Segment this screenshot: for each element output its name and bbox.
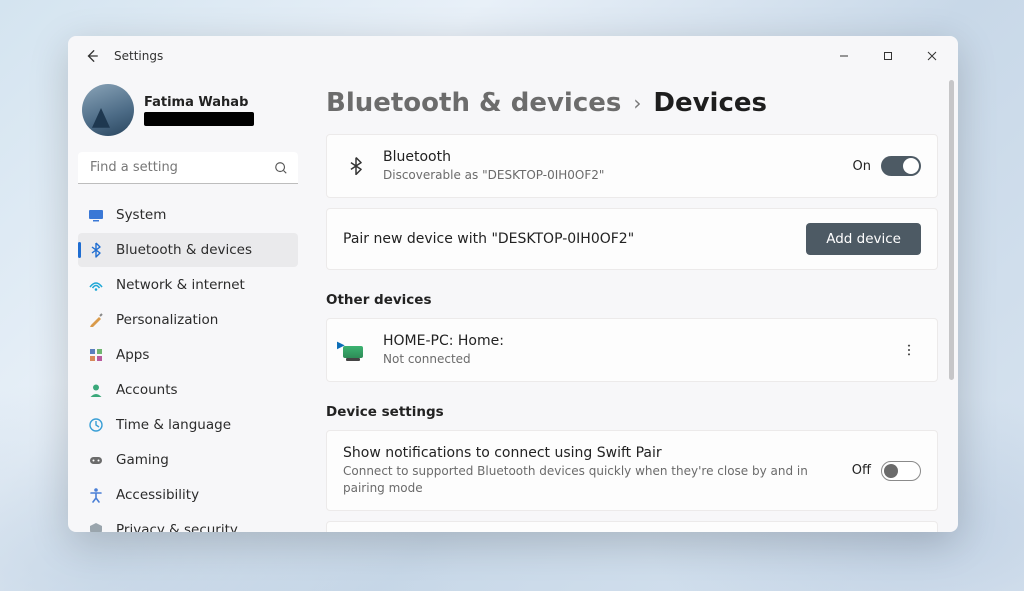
sidebar-item-label: Personalization (116, 312, 218, 328)
user-info: Fatima Wahab (144, 95, 254, 126)
device-settings-heading: Device settings (326, 404, 938, 420)
home-pc-icon (343, 343, 371, 358)
user-email-redacted (144, 112, 254, 126)
user-account-box[interactable]: Fatima Wahab (78, 76, 298, 146)
sidebar-item-accounts[interactable]: Accounts (78, 373, 298, 407)
swift-pair-toggle[interactable] (881, 461, 921, 481)
time-language-icon (88, 417, 104, 433)
sidebar-item-label: Accessibility (116, 487, 199, 503)
window-controls (822, 40, 954, 72)
search-input[interactable] (78, 152, 298, 184)
window-body: Fatima Wahab System Bluetooth & devices (68, 76, 958, 532)
sidebar-item-network[interactable]: Network & internet (78, 268, 298, 302)
apps-icon (88, 347, 104, 363)
sidebar-item-label: Time & language (116, 417, 231, 433)
sidebar-item-label: Bluetooth & devices (116, 242, 252, 258)
network-icon (88, 277, 104, 293)
search-box (78, 152, 298, 184)
sidebar-item-label: Privacy & security (116, 522, 238, 532)
sidebar-item-apps[interactable]: Apps (78, 338, 298, 372)
sidebar-item-gaming[interactable]: Gaming (78, 443, 298, 477)
sidebar-item-bluetooth[interactable]: Bluetooth & devices (78, 233, 298, 267)
nav-list: System Bluetooth & devices Network & int… (78, 198, 298, 532)
settings-window: Settings Fatima Wahab (68, 36, 958, 532)
bluetooth-state-label: On (853, 159, 871, 174)
bluetooth-icon (88, 242, 104, 258)
minimize-icon (839, 51, 849, 61)
avatar (82, 84, 134, 136)
accounts-icon (88, 382, 104, 398)
close-button[interactable] (910, 40, 954, 72)
sidebar-item-label: Network & internet (116, 277, 245, 293)
window-title: Settings (114, 49, 163, 63)
sidebar-item-label: System (116, 207, 166, 223)
system-icon (88, 207, 104, 223)
sidebar-item-personalization[interactable]: Personalization (78, 303, 298, 337)
swift-pair-subtitle: Connect to supported Bluetooth devices q… (343, 463, 852, 495)
scrollbar[interactable] (949, 76, 954, 532)
sidebar-item-time[interactable]: Time & language (78, 408, 298, 442)
swift-pair-state-label: Off (852, 463, 871, 478)
close-icon (927, 51, 937, 61)
pair-device-text: Pair new device with "DESKTOP-0IH0OF2" (343, 231, 806, 247)
sidebar-item-label: Gaming (116, 452, 169, 468)
main-content: Bluetooth & devices › Devices Bluetooth … (308, 76, 958, 532)
swift-pair-title: Show notifications to connect using Swif… (343, 445, 852, 461)
swift-pair-toggle-group: Off (852, 461, 921, 481)
sidebar-item-accessibility[interactable]: Accessibility (78, 478, 298, 512)
breadcrumb: Bluetooth & devices › Devices (326, 76, 938, 124)
personalization-icon (88, 312, 104, 328)
user-name: Fatima Wahab (144, 95, 254, 110)
sidebar-item-privacy[interactable]: Privacy & security (78, 513, 298, 532)
accessibility-icon (88, 487, 104, 503)
bluetooth-toggle-group: On (853, 156, 921, 176)
back-arrow-icon (85, 49, 99, 63)
sidebar-item-label: Accounts (116, 382, 178, 398)
metered-card: Download over metered connections Device… (326, 521, 938, 532)
sidebar-item-label: Apps (116, 347, 149, 363)
bluetooth-card: Bluetooth Discoverable as "DESKTOP-0IH0O… (326, 134, 938, 198)
device-status: Not connected (383, 351, 897, 367)
bluetooth-title: Bluetooth (383, 149, 853, 165)
back-button[interactable] (72, 36, 112, 76)
maximize-button[interactable] (866, 40, 910, 72)
breadcrumb-parent[interactable]: Bluetooth & devices (326, 88, 621, 118)
bluetooth-subtitle: Discoverable as "DESKTOP-0IH0OF2" (383, 167, 853, 183)
bluetooth-toggle[interactable] (881, 156, 921, 176)
other-device-row[interactable]: HOME-PC: Home: Not connected (326, 318, 938, 382)
bluetooth-icon (343, 157, 369, 175)
minimize-button[interactable] (822, 40, 866, 72)
titlebar: Settings (68, 36, 958, 76)
sidebar-item-system[interactable]: System (78, 198, 298, 232)
gaming-icon (88, 452, 104, 468)
chevron-right-icon: › (633, 91, 641, 115)
more-vertical-icon (902, 343, 916, 357)
privacy-icon (88, 522, 104, 532)
sidebar: Fatima Wahab System Bluetooth & devices (68, 76, 308, 532)
other-devices-heading: Other devices (326, 292, 938, 308)
add-device-button[interactable]: Add device (806, 223, 921, 255)
swift-pair-card: Show notifications to connect using Swif… (326, 430, 938, 510)
breadcrumb-current: Devices (653, 88, 767, 118)
maximize-icon (883, 51, 893, 61)
device-name: HOME-PC: Home: (383, 333, 897, 349)
device-more-button[interactable] (897, 338, 921, 362)
pair-device-card: Pair new device with "DESKTOP-0IH0OF2" A… (326, 208, 938, 270)
search-icon (274, 160, 288, 179)
scrollbar-thumb[interactable] (949, 80, 954, 380)
